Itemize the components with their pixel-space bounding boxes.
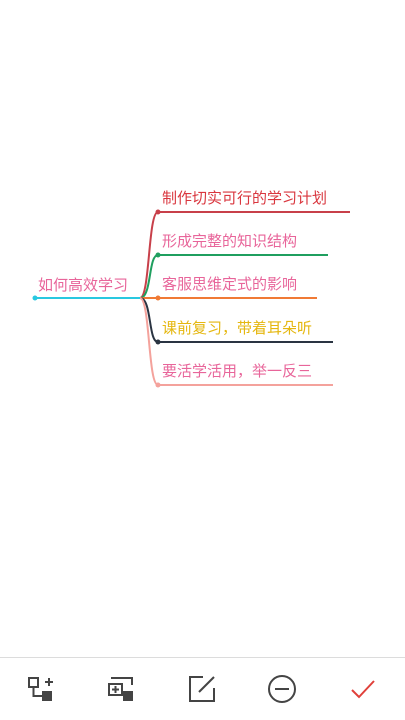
branch-node-label-4[interactable]: 课前复习，带着耳朵听 (162, 319, 312, 337)
branch-dot-1 (155, 209, 161, 215)
edit-button[interactable] (185, 672, 219, 706)
branch-dot-4 (155, 339, 161, 345)
branch-node-label-2[interactable]: 形成完整的知识结构 (162, 232, 297, 250)
branch-dot-3 (155, 295, 161, 301)
edit-icon (189, 676, 215, 702)
add-child-node-button[interactable] (24, 672, 58, 706)
branch-node-label-3[interactable]: 客服思维定式的影响 (162, 275, 297, 293)
branch-node-label-1[interactable]: 制作切实可行的学习计划 (162, 189, 327, 207)
branch-dot-2 (155, 252, 161, 258)
add-sibling-node-icon (108, 677, 133, 701)
add-sibling-node-button[interactable] (104, 672, 138, 706)
confirm-button[interactable] (346, 672, 380, 706)
remove-icon (268, 675, 296, 703)
root-dot (32, 295, 38, 301)
remove-button[interactable] (265, 672, 299, 706)
bottom-toolbar (0, 657, 405, 720)
branch-node-label-5[interactable]: 要活学活用，举一反三 (162, 362, 312, 380)
add-child-node-icon (28, 677, 53, 701)
root-node-label[interactable]: 如何高效学习 (38, 276, 128, 294)
branch-dot-5 (155, 382, 161, 388)
mindmap-canvas[interactable]: 如何高效学习 制作切实可行的学习计划 形成完整的知识结构 客服思维定式的影响 课… (0, 0, 405, 657)
confirm-icon (351, 680, 375, 699)
